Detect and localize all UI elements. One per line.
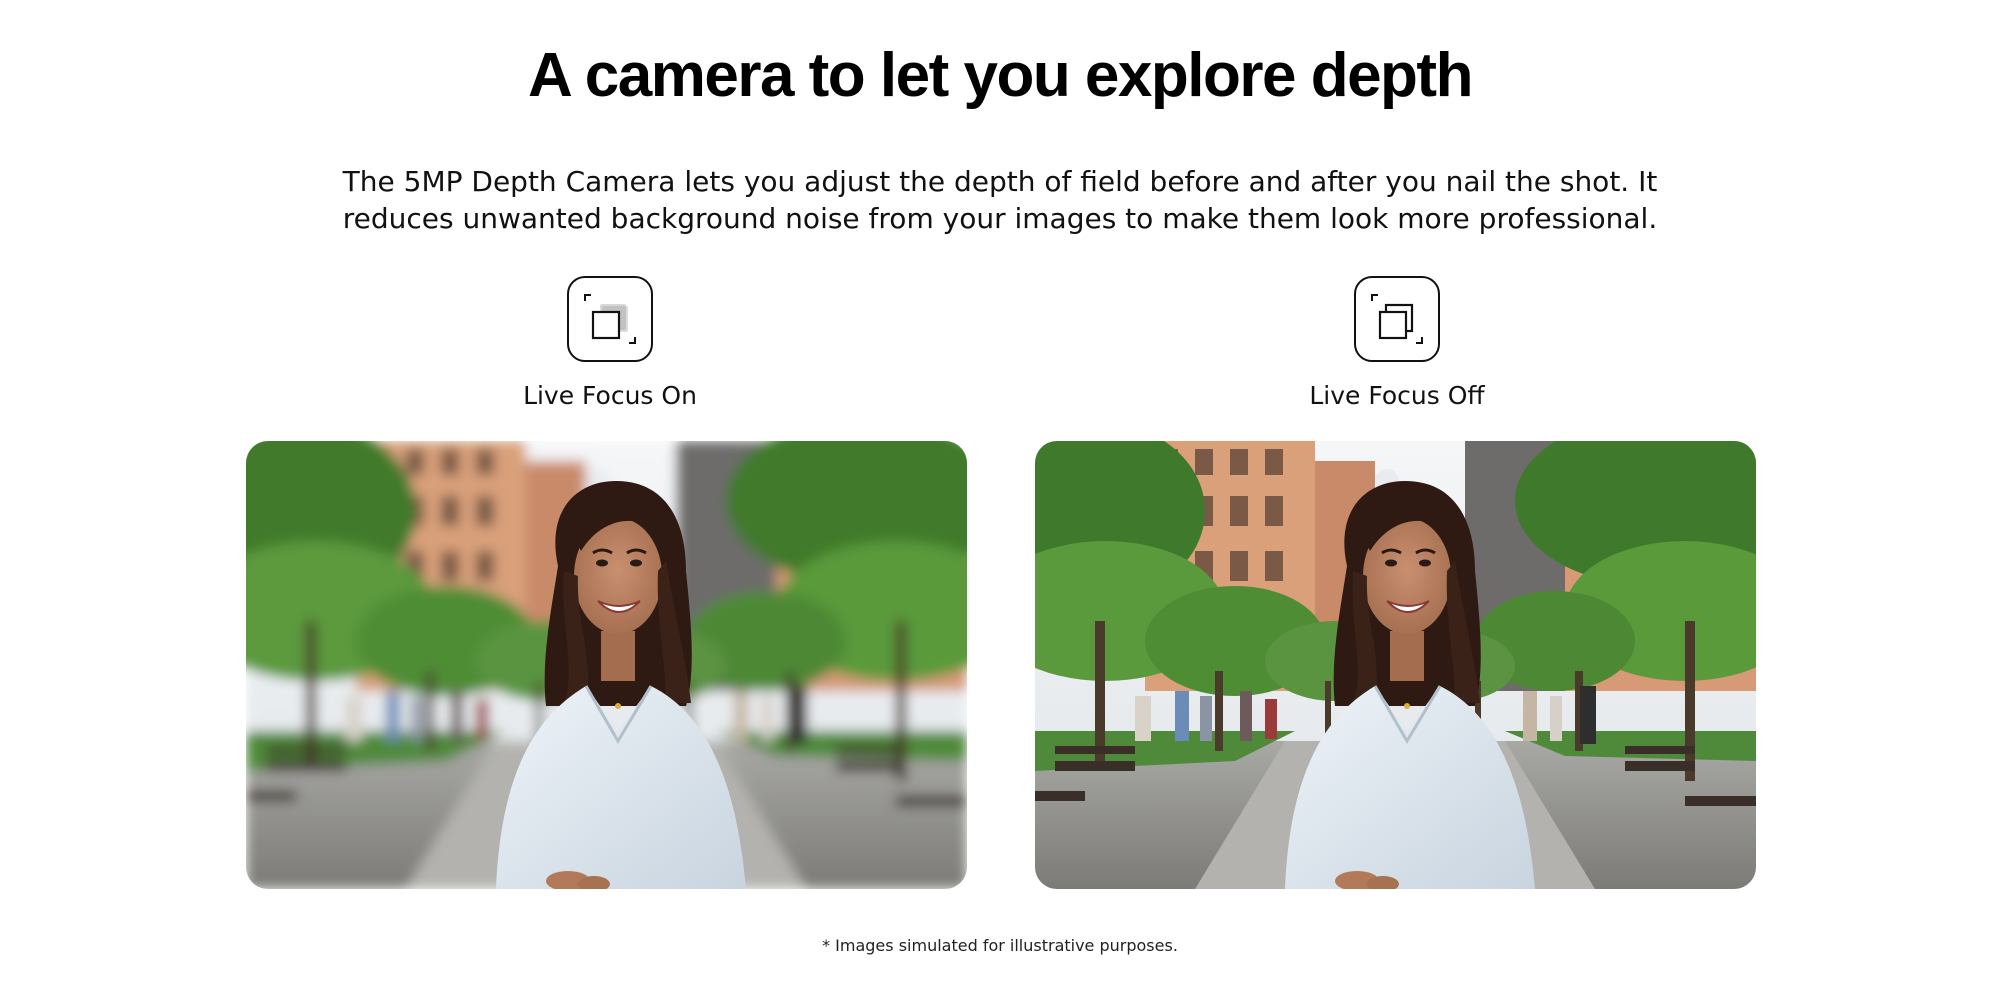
- disclaimer-note: * Images simulated for illustrative purp…: [822, 936, 1178, 955]
- live-focus-off-icon[interactable]: [1354, 276, 1440, 362]
- feature-description: The 5MP Depth Camera lets you adjust the…: [342, 165, 1658, 235]
- live-focus-on-icon[interactable]: [567, 276, 653, 362]
- live-focus-off-label: Live Focus Off: [1309, 381, 1485, 410]
- live-focus-off-photo: [1035, 441, 1756, 889]
- live-focus-off-option[interactable]: Live Focus Off: [1207, 276, 1587, 412]
- page-title: A camera to let you explore depth: [528, 41, 1473, 110]
- live-focus-on-photo: [246, 441, 967, 889]
- live-focus-on-label: Live Focus On: [523, 381, 697, 410]
- live-focus-on-option[interactable]: Live Focus On: [420, 276, 800, 412]
